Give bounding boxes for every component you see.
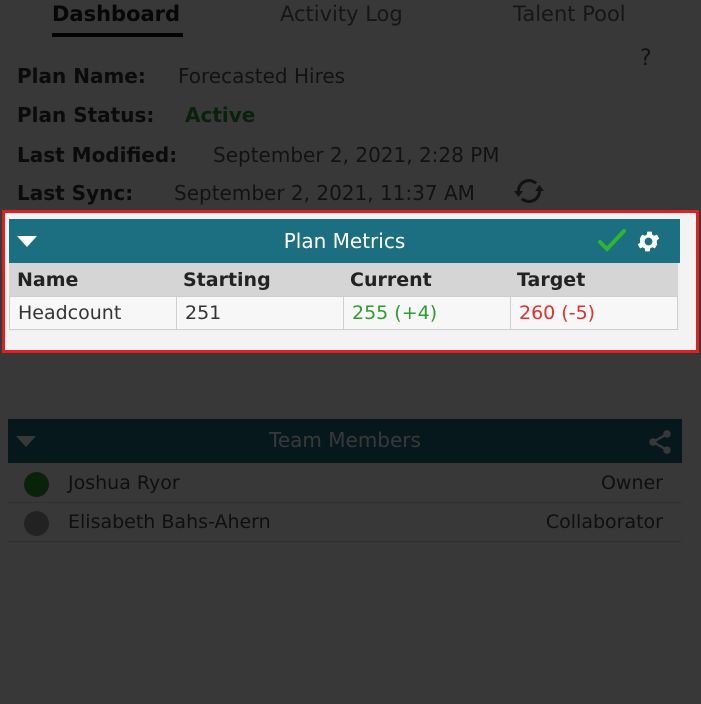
member-name: Joshua Ryor	[68, 472, 180, 494]
member-name: Elisabeth Bahs-Ahern	[68, 511, 271, 533]
member-role: Collaborator	[545, 511, 663, 533]
gear-icon[interactable]	[635, 228, 662, 255]
metrics-table-header: Name Starting Current Target	[9, 263, 678, 296]
plan-name-row: Plan Name: Forecasted Hires	[17, 64, 345, 88]
column-header-starting: Starting	[183, 268, 271, 291]
last-modified-value: September 2, 2021, 2:28 PM	[213, 143, 500, 167]
plan-name-label: Plan Name:	[17, 64, 146, 88]
cell-name: Headcount	[18, 302, 122, 324]
plan-metrics-title: Plan Metrics	[283, 229, 406, 253]
status-dot-icon	[24, 511, 49, 536]
column-header-target: Target	[517, 268, 586, 291]
team-members-title: Team Members	[269, 428, 421, 452]
sync-icon[interactable]	[511, 173, 547, 209]
tab-talent-pool[interactable]: Talent Pool	[513, 2, 626, 26]
checkmark-icon[interactable]	[597, 227, 627, 255]
cell-target: 260 (-5)	[510, 297, 678, 329]
active-tab-indicator	[52, 33, 183, 37]
tab-activity-log[interactable]: Activity Log	[280, 2, 403, 26]
plan-metrics-panel: Plan Metrics Name Starting Current Targe…	[9, 219, 680, 331]
last-sync-label: Last Sync:	[17, 181, 134, 205]
plan-metrics-header[interactable]: Plan Metrics	[9, 219, 680, 263]
plan-name-value: Forecasted Hires	[178, 64, 346, 88]
help-button[interactable]: ?	[640, 46, 652, 71]
team-members-panel: Team Members Joshua Ryor Owner Elisabeth…	[8, 419, 682, 544]
plan-status-value: Active	[185, 103, 256, 127]
share-icon[interactable]	[646, 428, 674, 456]
last-sync-row: Last Sync: September 2, 2021, 11:37 AM	[17, 181, 475, 205]
plan-status-label: Plan Status:	[17, 103, 155, 127]
member-role: Owner	[600, 472, 663, 494]
column-header-current: Current	[350, 268, 432, 291]
last-sync-value: September 2, 2021, 11:37 AM	[174, 181, 475, 205]
tab-dashboard[interactable]: Dashboard	[52, 2, 180, 26]
plan-status-row: Plan Status: Active	[17, 103, 255, 127]
tab-bar: Dashboard Activity Log Talent Pool	[0, 0, 701, 44]
last-modified-label: Last Modified:	[17, 143, 178, 167]
cell-starting: 251	[176, 297, 343, 329]
cell-current: 255 (+4)	[343, 297, 510, 329]
last-modified-row: Last Modified: September 2, 2021, 2:28 P…	[17, 143, 500, 167]
status-dot-icon	[24, 472, 49, 497]
team-member-row: Joshua Ryor Owner	[8, 465, 682, 503]
column-header-name: Name	[17, 268, 79, 291]
team-members-header[interactable]: Team Members	[8, 419, 682, 463]
team-member-row: Elisabeth Bahs-Ahern Collaborator	[8, 504, 682, 542]
table-row: Headcount 251 255 (+4) 260 (-5)	[9, 296, 678, 330]
